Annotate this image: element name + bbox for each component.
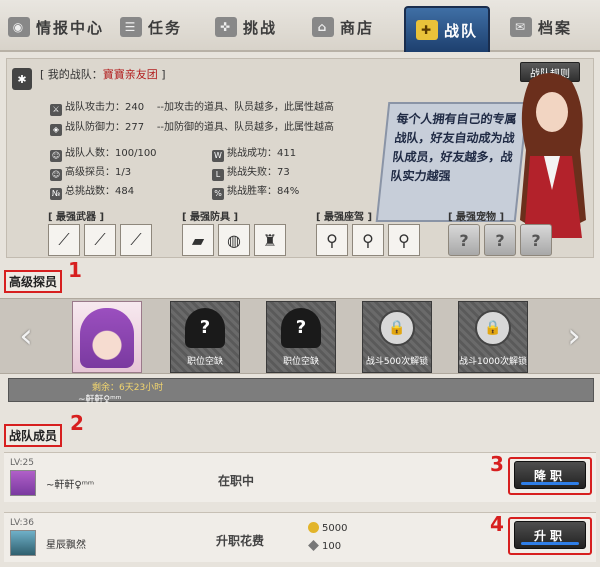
motorcycle-icon: ⚲ <box>326 230 338 250</box>
senior-agents-heading: 高级探员 <box>4 270 63 293</box>
armor-slot-1[interactable]: ▰ <box>182 224 214 256</box>
lose-icon: L <box>212 169 224 181</box>
rifle-icon: ⟋ <box>94 230 106 249</box>
banner-text: 每个人拥有自己的专属战队，好友自动成为战队成员，好友越多，战队实力越强 <box>389 112 518 183</box>
tab-shop[interactable]: ⌂ 商店 <box>312 8 374 46</box>
team-members-heading: 战队成员 <box>4 424 63 447</box>
member-avatar <box>10 470 36 496</box>
pet-slot-3[interactable]: ? <box>520 224 552 256</box>
annotation-marker-3: 3 <box>490 452 504 476</box>
tab-team[interactable]: ✚ 战队 <box>404 6 491 52</box>
tab-missions[interactable]: ☰ 任务 <box>120 8 182 46</box>
member-level: LV:36 <box>10 518 34 528</box>
member-status: 在职中 <box>218 474 255 488</box>
senior-agent-card-3[interactable]: ? 职位空缺 <box>266 301 336 373</box>
motorcycle-icon: ⚲ <box>398 230 410 250</box>
carousel-next-button[interactable]: › <box>558 316 590 356</box>
team-size-stat: ☺ 战队人数：100/100 <box>50 148 157 162</box>
gold-cost: 5000 <box>308 522 347 534</box>
vehicle-slot-1[interactable]: ⚲ <box>316 224 348 256</box>
challenge-win-stat: W 挑战成功：411 <box>212 144 296 162</box>
staff-icon: ⟋ <box>130 230 142 249</box>
motorcycle-icon: ⚲ <box>362 230 374 250</box>
vehicle-slot-3[interactable]: ⚲ <box>388 224 420 256</box>
member-name: 星辰飘然 <box>46 540 86 551</box>
senior-agent-card-5[interactable]: 🔒 战斗1000次解锁 <box>458 301 528 373</box>
tab-challenge[interactable]: ✜ 挑战 <box>215 8 277 46</box>
team-attack-stat: ⚔ 战队攻击力：240 --加攻击的道具、队员越多，此属性越高 <box>50 98 334 116</box>
team-title: [ 我的战队：寶寶亲友团 ] <box>40 68 166 81</box>
senior-agent-stat: ☺ 高级探员：1/3 <box>50 167 132 181</box>
annotation-marker-4: 4 <box>490 512 504 536</box>
pet-slot-1[interactable]: ? <box>448 224 480 256</box>
demote-button[interactable]: 降职 <box>514 461 586 489</box>
promote-button[interactable]: 升职 <box>514 521 586 549</box>
silhouette-icon: ? <box>185 308 225 348</box>
item-cost: 100 <box>308 540 341 552</box>
vehicle-slot-2[interactable]: ⚲ <box>352 224 384 256</box>
crystal-icon <box>308 540 319 551</box>
shop-icon: ⌂ <box>312 17 334 37</box>
annotation-marker-1: 1 <box>68 258 82 282</box>
archive-icon: ✉ <box>510 17 532 37</box>
promotion-cost-label: 升职花费 <box>216 534 265 548</box>
blade-icon: ⟋ <box>58 230 70 249</box>
info-center-icon: ◉ <box>8 17 30 37</box>
medal-icon: ✚ <box>416 20 438 40</box>
best-weapon-label: [ 最强武器 ] <box>48 212 105 223</box>
weapon-slot-2[interactable]: ⟋ <box>84 224 116 256</box>
banner-speech-box: 每个人拥有自己的专属战队，好友自动成为战队成员，好友越多，战队实力越强 <box>375 102 529 222</box>
sword-icon: ⚔ <box>50 104 62 116</box>
agent-icon: ☺ <box>50 169 62 181</box>
mission-icon: ☰ <box>120 17 142 37</box>
gun-icon: ✜ <box>215 17 237 37</box>
agent-avatar <box>80 308 134 368</box>
person-icon: ☺ <box>50 150 62 162</box>
win-rate-stat: % 挑战胜率：84% <box>212 182 299 200</box>
member-level: LV:25 <box>10 458 34 468</box>
best-vehicle-label: [ 最强座驾 ] <box>316 212 373 223</box>
tab-archive[interactable]: ✉ 档案 <box>510 8 572 46</box>
team-badge-icon: ✱ <box>12 68 32 90</box>
lock-icon: 🔒 <box>475 310 511 346</box>
chevron-right-icon: › <box>567 316 581 356</box>
weapon-slot-3[interactable]: ⟋ <box>120 224 152 256</box>
annotation-marker-2: 2 <box>70 411 84 435</box>
weapon-slot-1[interactable]: ⟋ <box>48 224 80 256</box>
team-name: 寶寶亲友团 <box>102 68 158 81</box>
vest-icon: ▰ <box>191 230 205 250</box>
armor-slot-2[interactable]: ◍ <box>218 224 250 256</box>
challenge-lose-stat: L 挑战失败：73 <box>212 163 290 181</box>
member-avatar <box>10 530 36 556</box>
silhouette-icon: ? <box>281 308 321 348</box>
total-challenge-stat: № 总挑战数：484 <box>50 186 135 200</box>
tab-info-center[interactable]: ◉ 情报中心 <box>8 8 104 46</box>
robot-icon: ♜ <box>262 230 278 250</box>
drone-icon: ◍ <box>227 230 241 250</box>
guide-character-image <box>520 72 586 238</box>
carousel-prev-button[interactable]: ‹ <box>10 316 42 356</box>
percent-icon: % <box>212 188 224 200</box>
win-icon: W <box>212 150 224 162</box>
best-pet-label: [ 最强宠物 ] <box>448 212 505 223</box>
lock-icon: 🔒 <box>379 310 415 346</box>
senior-agent-card-1[interactable] <box>72 301 142 373</box>
gold-coin-icon <box>308 522 319 533</box>
senior-agent-name: ~軒軒♀ᵐᵐ <box>78 395 122 405</box>
best-armor-label: [ 最强防具 ] <box>182 212 239 223</box>
member-name: ~軒軒♀ᵐᵐ <box>46 480 95 491</box>
number-icon: № <box>50 188 62 200</box>
senior-agent-card-2[interactable]: ? 职位空缺 <box>170 301 240 373</box>
shield-icon: ◈ <box>50 124 62 136</box>
senior-agent-card-4[interactable]: 🔒 战斗500次解锁 <box>362 301 432 373</box>
armor-slot-3[interactable]: ♜ <box>254 224 286 256</box>
chevron-left-icon: ‹ <box>19 316 33 356</box>
team-defense-stat: ◈ 战队防御力：277 --加防御的道具、队员越多，此属性越高 <box>50 118 334 136</box>
pet-slot-2[interactable]: ? <box>484 224 516 256</box>
